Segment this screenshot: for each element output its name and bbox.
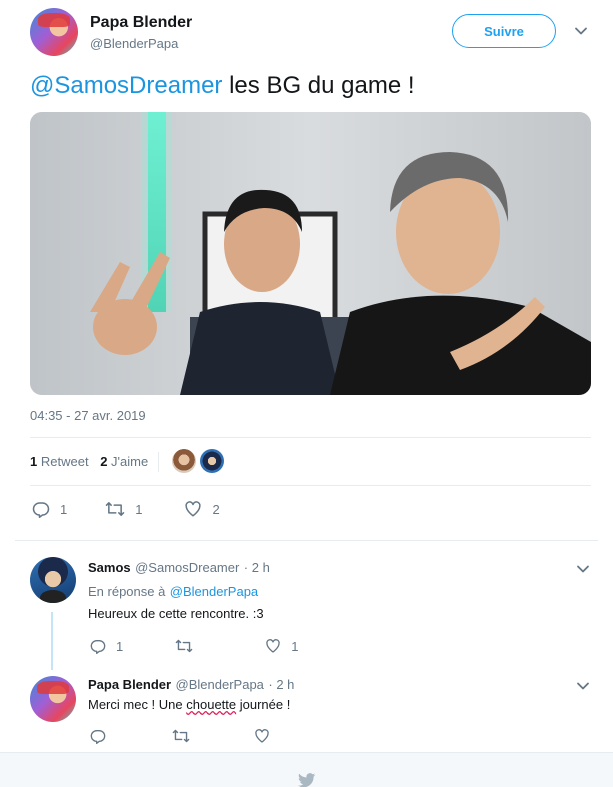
reply-header: Samos @SamosDreamer · 2 h xyxy=(88,559,270,577)
reply-text: Heureux de cette rencontre. :3 xyxy=(88,606,264,621)
retweet-action[interactable] xyxy=(172,728,190,744)
tweet-stats: 1 Retweet 2 J'aime xyxy=(30,454,148,469)
reply-header: Papa Blender @BlenderPapa · 2 h xyxy=(88,676,294,694)
retweet-action[interactable]: 1 xyxy=(105,500,142,518)
reply-author-name[interactable]: Papa Blender xyxy=(88,677,171,692)
like-action[interactable]: 1 xyxy=(265,638,298,654)
tweet-text: @SamosDreamer les BG du game ! xyxy=(30,72,415,100)
twitter-bird-icon[interactable] xyxy=(298,773,316,787)
divider xyxy=(15,540,598,541)
chevron-down-icon[interactable] xyxy=(576,679,590,693)
like-action-count: 2 xyxy=(212,501,220,517)
like-stat[interactable]: 2 J'aime xyxy=(100,454,148,469)
retweet-action[interactable] xyxy=(175,638,203,654)
like-stat-label: J'aime xyxy=(111,454,149,469)
reply-to-link[interactable]: @BlenderPapa xyxy=(170,584,258,599)
reply-actions xyxy=(90,728,270,744)
reply-action[interactable]: 1 xyxy=(90,638,123,654)
reply-author-name[interactable]: Samos xyxy=(88,560,131,575)
reply-count: 1 xyxy=(116,638,124,654)
reply-text-part: Merci mec ! Une xyxy=(88,697,187,712)
liker-avatar[interactable] xyxy=(200,449,224,473)
author-avatar[interactable] xyxy=(30,8,78,56)
tweet-photo[interactable] xyxy=(30,112,591,395)
retweet-icon xyxy=(175,639,193,653)
thread-connector xyxy=(51,612,53,670)
heart-icon xyxy=(185,501,202,517)
chevron-down-icon[interactable] xyxy=(574,24,588,38)
reply-author-handle[interactable]: @BlenderPapa xyxy=(176,677,264,692)
divider xyxy=(30,437,591,438)
divider xyxy=(30,485,591,486)
author-handle[interactable]: @BlenderPapa xyxy=(90,36,178,51)
reply-action[interactable]: 1 xyxy=(32,500,67,518)
reply-time[interactable]: · 2 h xyxy=(244,560,270,575)
like-action-count: 1 xyxy=(291,638,299,654)
retweet-stat[interactable]: 1 Retweet xyxy=(30,454,89,469)
reply-context: En réponse à @BlenderPapa xyxy=(88,583,258,601)
stats-separator xyxy=(158,452,159,472)
author-name[interactable]: Papa Blender xyxy=(90,14,192,32)
reply-count: 1 xyxy=(60,501,68,517)
reply-icon xyxy=(90,730,106,744)
misspelled-word: chouette xyxy=(186,697,237,712)
follow-button[interactable]: Suivre xyxy=(452,14,556,48)
reply-text: Merci mec ! Une chouette journée ! xyxy=(88,697,290,712)
like-action[interactable]: 2 xyxy=(184,500,220,518)
heart-icon xyxy=(266,639,280,653)
retweet-icon xyxy=(172,729,190,743)
reply-time[interactable]: · 2 h xyxy=(268,677,294,692)
liker-avatar[interactable] xyxy=(172,449,196,473)
footer xyxy=(0,752,613,787)
reply-action[interactable] xyxy=(90,728,106,744)
reply-icon xyxy=(32,502,50,518)
reply-text-part: journée ! xyxy=(236,697,291,712)
reply-author-handle[interactable]: @SamosDreamer xyxy=(135,560,239,575)
tweet-text-body: les BG du game ! xyxy=(222,72,415,99)
reply-avatar[interactable] xyxy=(30,557,76,603)
reply-to-prefix: En réponse à xyxy=(88,584,166,599)
reply-icon xyxy=(90,640,106,654)
like-action[interactable] xyxy=(254,728,270,744)
retweet-stat-label: Retweet xyxy=(40,454,89,469)
retweet-action-count: 1 xyxy=(135,501,143,517)
likers-avatars xyxy=(172,449,224,473)
tweet-timestamp[interactable]: 04:35 - 27 avr. 2019 xyxy=(30,408,146,423)
tweet-mention-link[interactable]: @SamosDreamer xyxy=(30,72,222,99)
tweet-header: Papa Blender @BlenderPapa Suivre xyxy=(30,8,590,60)
chevron-down-icon[interactable] xyxy=(576,562,590,576)
retweet-count: 1 xyxy=(30,454,38,469)
tweet-actions: 1 1 2 xyxy=(32,500,220,518)
heart-icon xyxy=(255,729,269,743)
reply-avatar[interactable] xyxy=(30,676,76,722)
retweet-icon xyxy=(106,502,125,516)
like-count: 2 xyxy=(100,454,108,469)
reply-actions: 1 1 xyxy=(90,638,298,654)
selfie-photo-illustration xyxy=(30,112,591,395)
